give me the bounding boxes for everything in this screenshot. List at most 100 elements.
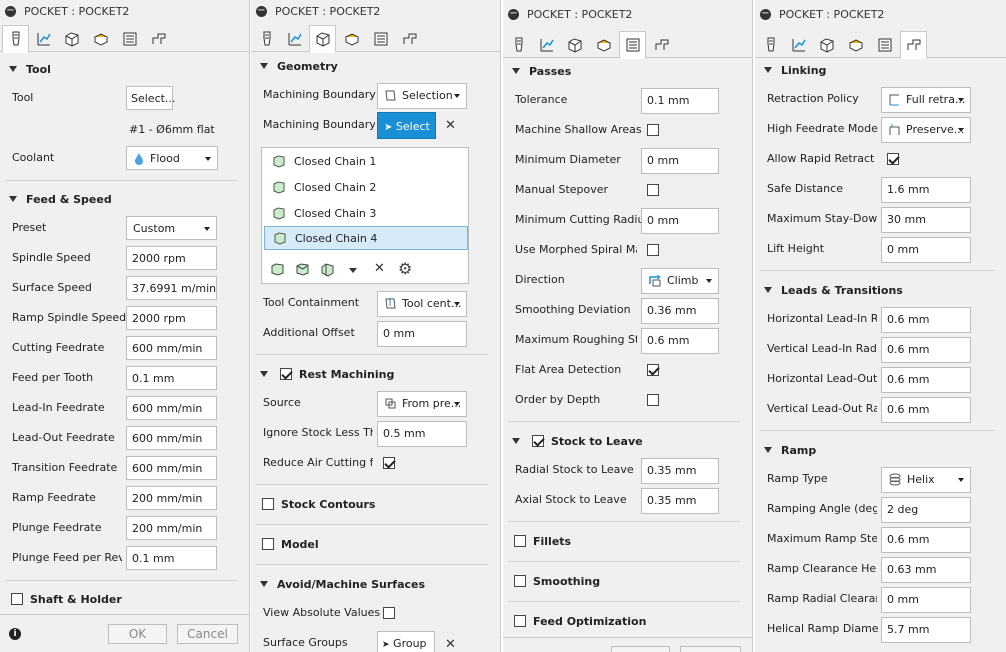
fillets-checkbox[interactable] — [514, 535, 526, 547]
roughing-step-input[interactable]: 0.6 mm — [641, 328, 719, 354]
retraction-select[interactable]: Full retra... — [881, 87, 971, 113]
tab-linking[interactable] — [145, 25, 172, 52]
section-smoothing[interactable]: Smoothing — [503, 571, 752, 591]
chain-dropdown-icon[interactable] — [349, 268, 357, 273]
ramp-clearance-input[interactable]: 0.63 mm — [881, 557, 971, 583]
order-depth-checkbox[interactable] — [647, 394, 659, 406]
direction-select[interactable]: Climb — [641, 268, 719, 294]
tab-passes[interactable] — [367, 25, 394, 52]
reduce-air-checkbox[interactable] — [383, 457, 395, 469]
chain-options-icon[interactable] — [320, 262, 335, 277]
cancel-button-partial[interactable] — [680, 646, 741, 652]
ignore-input[interactable]: 0.5 mm — [377, 421, 467, 447]
smoothing-checkbox[interactable] — [514, 575, 526, 587]
min-radius-input[interactable]: 0 mm — [641, 208, 719, 234]
section-geometry[interactable]: Geometry — [251, 56, 500, 76]
clear-groups-icon[interactable]: ✕ — [445, 637, 456, 652]
ramp-step-input[interactable]: 0.6 mm — [881, 527, 971, 553]
tab-heights[interactable] — [87, 25, 114, 52]
source-select[interactable]: From pre... — [377, 391, 467, 417]
axial-input[interactable]: 0.35 mm — [641, 488, 719, 514]
transition-feed-input[interactable]: 600 mm/min — [126, 456, 217, 480]
add-chain-icon[interactable] — [270, 262, 285, 277]
tab-feed-speed[interactable] — [281, 25, 308, 52]
coolant-select[interactable]: Flood — [126, 146, 218, 170]
section-stock-contours[interactable]: Stock Contours — [251, 494, 500, 514]
edit-chain-icon[interactable] — [295, 262, 310, 277]
leadout-feed-input[interactable]: 600 mm/min — [126, 426, 217, 450]
tab-passes[interactable] — [871, 31, 898, 58]
boundary-select[interactable]: Selection — [377, 83, 467, 109]
feed-tooth-input[interactable]: 0.1 mm — [126, 366, 217, 390]
tab-linking[interactable] — [396, 25, 423, 52]
tab-linking[interactable] — [648, 31, 675, 58]
preset-select[interactable]: Custom — [126, 216, 217, 240]
feed-optimization-checkbox[interactable] — [514, 615, 526, 627]
rapid-retract-checkbox[interactable] — [887, 153, 899, 165]
tab-heights[interactable] — [338, 25, 365, 52]
tab-geometry[interactable] — [58, 25, 85, 52]
absolute-values-checkbox[interactable] — [383, 607, 395, 619]
section-stock-to-leave[interactable]: Stock to Leave — [503, 431, 752, 451]
tab-tool[interactable] — [505, 31, 532, 58]
cutting-feed-input[interactable]: 600 mm/min — [126, 336, 217, 360]
remove-chain-icon[interactable]: ✕ — [374, 261, 385, 276]
section-linking[interactable]: Linking — [755, 60, 1006, 80]
morphed-checkbox[interactable] — [647, 244, 659, 256]
cancel-button[interactable]: Cancel — [177, 624, 238, 644]
tolerance-input[interactable]: 0.1 mm — [641, 88, 719, 114]
section-shaft-holder[interactable]: Shaft & Holder — [0, 589, 249, 609]
tab-heights[interactable] — [842, 31, 869, 58]
tab-tool[interactable] — [757, 31, 784, 58]
safe-distance-input[interactable]: 1.6 mm — [881, 177, 971, 203]
tab-feed-speed[interactable] — [533, 31, 560, 58]
section-rest-machining[interactable]: Rest Machining — [251, 364, 500, 384]
tab-tool[interactable] — [253, 25, 280, 52]
ramp-type-select[interactable]: Helix — [881, 467, 971, 493]
tab-feed-speed[interactable] — [785, 31, 812, 58]
stay-down-input[interactable]: 30 mm — [881, 207, 971, 233]
v-leadin-input[interactable]: 0.6 mm — [881, 337, 971, 363]
tab-passes[interactable] — [116, 25, 143, 52]
tab-geometry[interactable] — [813, 31, 840, 58]
lift-height-input[interactable]: 0 mm — [881, 237, 971, 263]
section-fillets[interactable]: Fillets — [503, 531, 752, 551]
shaft-holder-checkbox[interactable] — [11, 593, 23, 605]
ramp-angle-input[interactable]: 2 deg — [881, 497, 971, 523]
h-leadin-input[interactable]: 0.6 mm — [881, 307, 971, 333]
min-diameter-input[interactable]: 0 mm — [641, 148, 719, 174]
section-passes[interactable]: Passes — [503, 61, 752, 81]
section-avoid-surfaces[interactable]: Avoid/Machine Surfaces — [251, 574, 500, 594]
section-feed-optimization[interactable]: Feed Optimization — [503, 611, 752, 631]
clear-selection-icon[interactable]: ✕ — [445, 118, 456, 133]
stock-contours-checkbox[interactable] — [262, 498, 274, 510]
section-feed-speed[interactable]: Feed & Speed — [0, 189, 249, 209]
smoothing-dev-input[interactable]: 0.36 mm — [641, 298, 719, 324]
helical-diameter-input[interactable]: 5.7 mm — [881, 617, 971, 643]
ok-button[interactable]: OK — [108, 624, 167, 644]
stock-to-leave-checkbox[interactable] — [532, 435, 544, 447]
manual-stepover-checkbox[interactable] — [647, 184, 659, 196]
shallow-checkbox[interactable] — [647, 124, 659, 136]
spindle-speed-input[interactable]: 2000 rpm — [126, 246, 217, 270]
surface-speed-input[interactable]: 37.6991 m/min — [126, 276, 217, 300]
tool-select-button[interactable]: Select... — [126, 86, 175, 110]
tab-passes[interactable] — [619, 31, 646, 59]
collapse-icon[interactable]: − — [5, 5, 16, 17]
plunge-feed-input[interactable]: 200 mm/min — [126, 516, 217, 540]
tab-geometry[interactable] — [309, 25, 336, 53]
list-item[interactable]: Closed Chain 4 — [264, 226, 468, 250]
tab-geometry[interactable] — [561, 31, 588, 58]
collapse-icon[interactable]: − — [760, 8, 771, 20]
section-leads[interactable]: Leads & Transitions — [755, 280, 1006, 300]
ok-button-partial[interactable] — [611, 646, 670, 652]
list-item[interactable]: Closed Chain 1 — [264, 149, 468, 173]
select-button[interactable]: ➤ Select — [377, 112, 436, 139]
list-item[interactable]: Closed Chain 2 — [264, 175, 468, 199]
chain-list[interactable]: Closed Chain 1 Closed Chain 2 Closed Cha… — [261, 147, 469, 284]
section-model[interactable]: Model — [251, 534, 500, 554]
containment-select[interactable]: Tool cent... — [377, 291, 467, 317]
model-checkbox[interactable] — [262, 538, 274, 550]
tab-linking[interactable] — [900, 31, 927, 59]
v-leadout-input[interactable]: 0.6 mm — [881, 397, 971, 423]
